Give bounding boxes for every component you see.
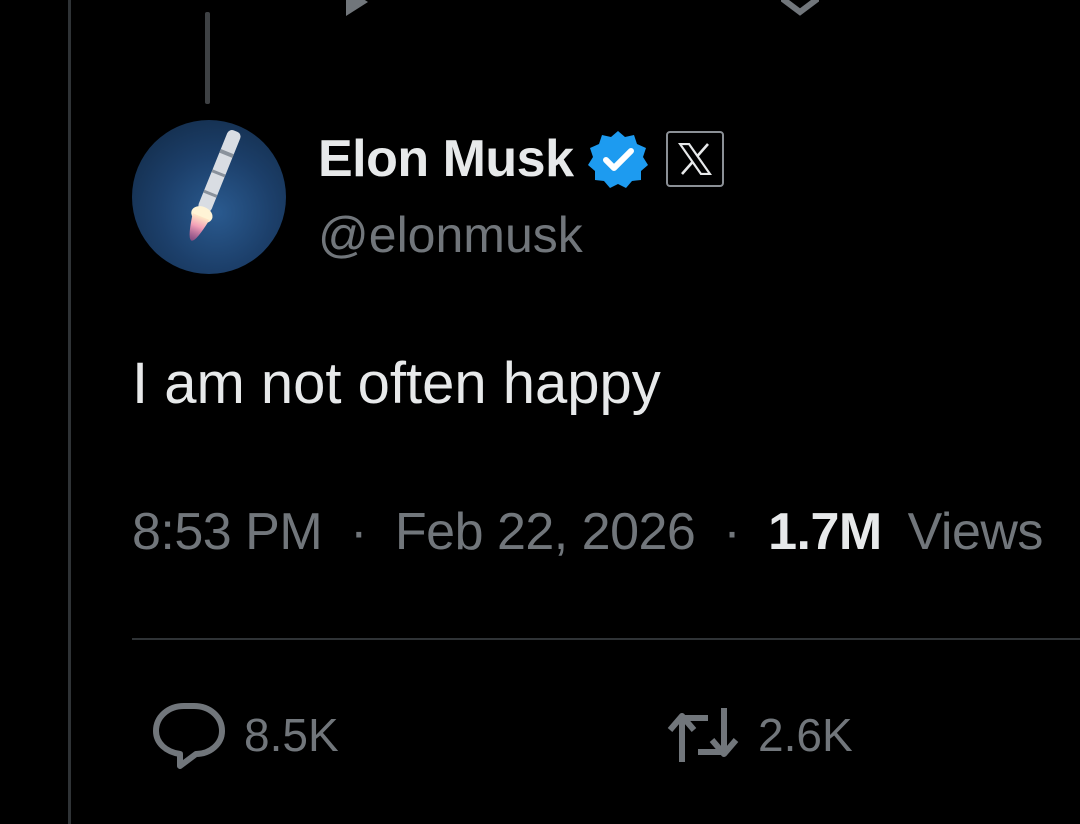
tweet-time[interactable]: 8:53 PM — [132, 503, 323, 561]
retweet-count: 2.6K — [758, 709, 853, 761]
reply-button[interactable]: 8.5K — [150, 700, 339, 770]
views-label: Views — [907, 503, 1044, 561]
views-count[interactable]: 1.7M — [768, 503, 882, 561]
reply-count: 8.5K — [244, 709, 339, 761]
reply-icon — [153, 703, 225, 769]
meta-separator: · — [723, 503, 741, 561]
bookmark-icon — [781, 0, 819, 16]
previous-tweet-actions-partial — [0, 0, 1080, 20]
retweet-icon — [667, 708, 739, 762]
avatar[interactable] — [132, 120, 286, 274]
rocket-launch-avatar-image — [189, 130, 241, 241]
author-handle[interactable]: @elonmusk — [318, 206, 583, 264]
verified-badge-icon[interactable] — [587, 129, 648, 189]
tweet-meta: 8:53 PM · Feb 22, 2026 · 1.7M Views — [132, 502, 1043, 562]
retweet-button[interactable]: 2.6K — [664, 700, 853, 770]
tweet-text: I am not often happy — [132, 351, 661, 416]
author-name-row: Elon Musk — [318, 126, 724, 192]
x-logo-icon — [677, 143, 712, 175]
meta-separator: · — [350, 503, 367, 561]
thread-connector-line — [205, 12, 210, 104]
play-icon — [346, 0, 368, 16]
divider — [132, 638, 1080, 640]
affiliate-badge[interactable] — [665, 131, 724, 187]
tweet-date[interactable]: Feb 22, 2026 — [395, 503, 696, 561]
author-display-name[interactable]: Elon Musk — [318, 129, 574, 189]
timeline-rail — [68, 0, 71, 824]
